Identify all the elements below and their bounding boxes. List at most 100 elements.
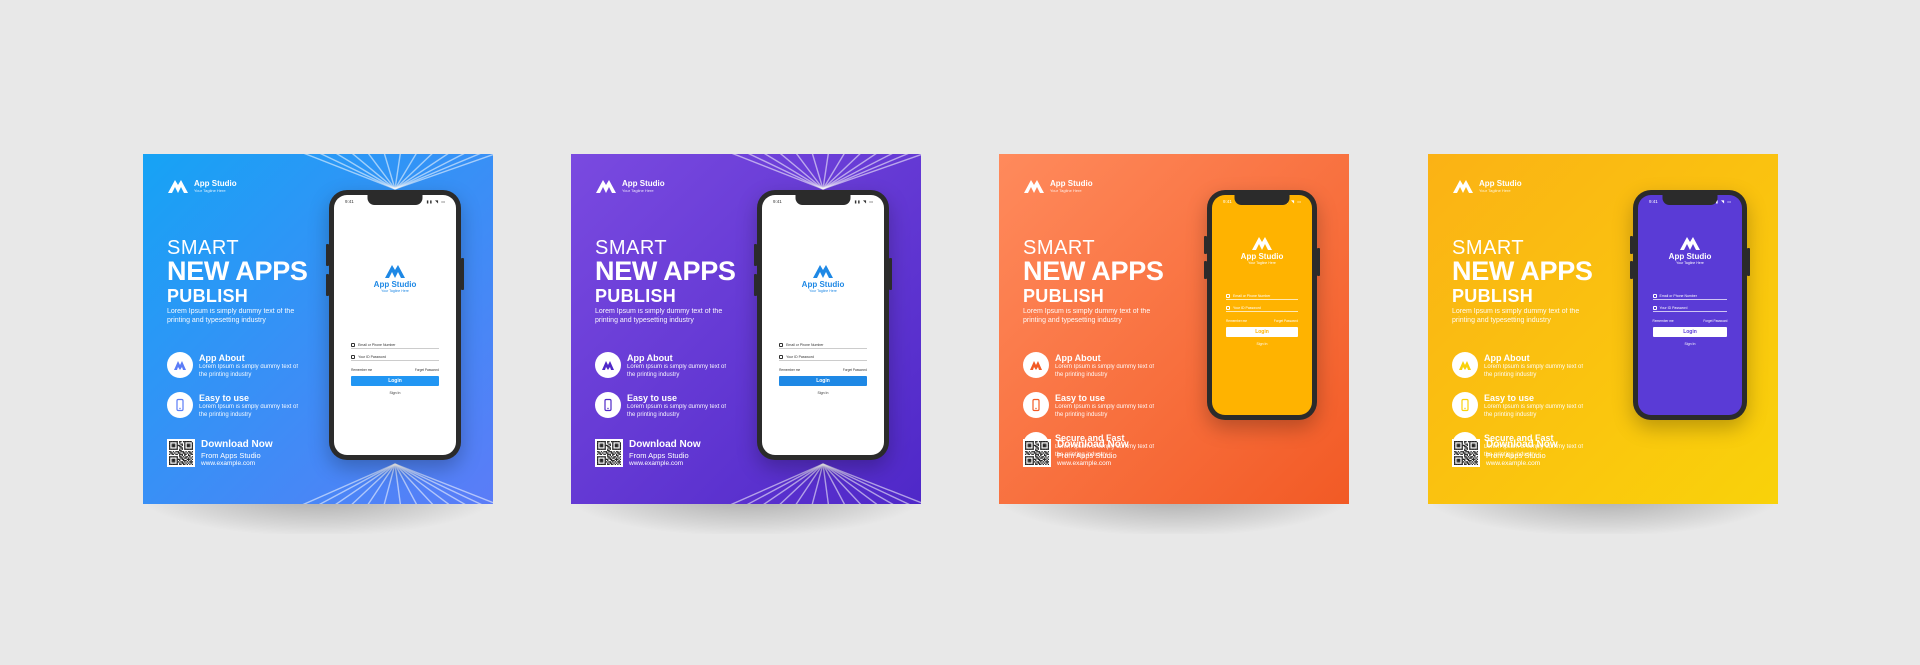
download-subtitle: From Apps Studio	[1057, 451, 1117, 460]
promo-card-yellow: App Studio Your Tagline Here SMART NEW A…	[1428, 154, 1778, 504]
feature-title: App About	[1484, 353, 1530, 363]
phone-side-button	[326, 244, 329, 266]
app-logo-icon	[174, 361, 186, 370]
download-block[interactable]: Download Now From Apps Studio www.exampl…	[1023, 439, 1129, 468]
phone-side-button	[754, 244, 757, 266]
feature-item: App About Lorem Ipsum is simply dummy te…	[595, 352, 745, 382]
app-logo-icon	[1024, 180, 1044, 193]
download-title: Download Now	[201, 439, 273, 450]
phone-side-button	[1630, 236, 1633, 254]
screen-app-tagline: Your Tagline Here	[381, 289, 409, 293]
app-logo-icon	[596, 180, 616, 193]
login-button[interactable]: Login	[1652, 327, 1728, 337]
app-logo-icon	[602, 361, 614, 370]
email-field[interactable]: Email or Phone Number	[1226, 292, 1298, 300]
download-url[interactable]: www.example.com	[201, 460, 273, 468]
brand-name: App Studio	[1050, 178, 1093, 188]
smartphone-icon	[1461, 398, 1469, 412]
password-field[interactable]: Your ID Password	[351, 353, 439, 361]
brand-logo: App Studio Your Tagline Here	[1452, 178, 1522, 194]
screen-app-logo: App Studio Your Tagline Here	[1638, 235, 1742, 265]
download-title: Download Now	[1057, 439, 1129, 450]
remember-me-checkbox[interactable]: Remember me	[779, 368, 800, 372]
forgot-password-link[interactable]: Forget Password	[415, 368, 439, 372]
promo-card-blue: App Studio Your Tagline Here SMART NEW A…	[143, 154, 493, 504]
phone-mockup: 9:41 ▮▮ ◥ ▭ App Studio Your Tagline Here…	[326, 190, 464, 460]
password-placeholder: Your ID Password	[786, 354, 814, 359]
feature-title: App About	[199, 353, 245, 363]
phone-notch	[1234, 195, 1290, 205]
headline-new-apps: NEW APPS	[1452, 256, 1593, 286]
smartphone-icon	[176, 398, 184, 412]
phone-power-button	[1747, 248, 1750, 276]
screen-app-name: App Studio	[1240, 252, 1284, 261]
login-options: Remember me Forget Password	[1653, 319, 1728, 323]
promo-card-orange: App Studio Your Tagline Here SMART NEW A…	[999, 154, 1349, 504]
phone-notch	[795, 195, 851, 205]
user-icon	[351, 342, 356, 347]
forgot-password-link[interactable]: Forget Password	[1274, 319, 1298, 323]
signal-battery-icon: ▮▮ ◥ ▭	[426, 199, 446, 204]
phone-power-button	[1317, 248, 1320, 276]
app-logo-icon	[1680, 237, 1700, 250]
lock-icon	[1652, 305, 1657, 310]
brand-name: App Studio	[622, 178, 665, 188]
download-subtitle: From Apps Studio	[201, 451, 261, 460]
download-block[interactable]: Download Now From Apps Studio www.exampl…	[167, 439, 273, 468]
screen-app-logo: App Studio Your Tagline Here	[1212, 235, 1312, 265]
user-icon	[779, 342, 784, 347]
download-block[interactable]: Download Now From Apps Studio www.exampl…	[1452, 439, 1558, 468]
download-url[interactable]: www.example.com	[1057, 460, 1129, 468]
password-placeholder: Your ID Password	[358, 354, 386, 359]
screen-app-tagline: Your Tagline Here	[1676, 261, 1704, 265]
sign-in-link[interactable]: Sign In	[334, 391, 456, 395]
download-url[interactable]: www.example.com	[1486, 460, 1558, 468]
app-logo-icon	[168, 180, 188, 193]
feature-title: Easy to use	[1055, 393, 1106, 403]
sign-in-link[interactable]: Sign In	[762, 391, 884, 395]
download-block[interactable]: Download Now From Apps Studio www.exampl…	[595, 439, 701, 468]
status-time: 9:41	[1223, 199, 1232, 204]
login-button[interactable]: Login	[351, 376, 439, 386]
login-button[interactable]: Login	[779, 376, 867, 386]
brand-logo: App Studio Your Tagline Here	[167, 178, 237, 194]
feature-desc: Lorem Ipsum is simply dummy text of the …	[627, 363, 727, 378]
smartphone-icon	[1032, 398, 1040, 412]
email-placeholder: Email or Phone Number	[358, 342, 396, 347]
email-field[interactable]: Email or Phone Number	[1652, 292, 1728, 300]
password-field[interactable]: Your ID Password	[1652, 304, 1728, 312]
feature-title: App About	[1055, 353, 1101, 363]
app-logo-icon	[385, 265, 405, 278]
feature-item: App About Lorem Ipsum is simply dummy te…	[167, 352, 317, 382]
email-field[interactable]: Email or Phone Number	[351, 341, 439, 349]
brand-tagline: Your Tagline Here	[194, 187, 226, 193]
remember-me-checkbox[interactable]: Remember me	[1226, 319, 1247, 323]
screen-app-tagline: Your Tagline Here	[1248, 261, 1276, 265]
sign-in-link[interactable]: Sign In	[1638, 342, 1742, 346]
remember-me-checkbox[interactable]: Remember me	[1653, 319, 1674, 323]
download-url[interactable]: www.example.com	[629, 460, 701, 468]
phone-screen: 9:41 ▮▮ ◥ ▭ App Studio Your Tagline Here…	[1212, 195, 1312, 415]
email-placeholder: Email or Phone Number	[1233, 293, 1271, 298]
email-placeholder: Email or Phone Number	[786, 342, 824, 347]
status-time: 9:41	[773, 199, 782, 204]
user-icon	[1652, 293, 1657, 298]
phone-side-button	[326, 274, 329, 296]
forgot-password-link[interactable]: Forget Password	[843, 368, 867, 372]
forgot-password-link[interactable]: Forget Password	[1703, 319, 1727, 323]
feature-item: App About Lorem Ipsum is simply dummy te…	[1023, 352, 1173, 382]
feature-item: Easy to use Lorem Ipsum is simply dummy …	[1023, 392, 1173, 422]
remember-me-checkbox[interactable]: Remember me	[351, 368, 372, 372]
password-field[interactable]: Your ID Password	[1226, 304, 1298, 312]
email-field[interactable]: Email or Phone Number	[779, 341, 867, 349]
phone-side-button	[1204, 261, 1207, 279]
phone-mockup: 9:41 ▮▮ ◥ ▭ App Studio Your Tagline Here…	[754, 190, 892, 460]
login-button[interactable]: Login	[1226, 327, 1298, 337]
password-field[interactable]: Your ID Password	[779, 353, 867, 361]
intro-text: Lorem Ipsum is simply dummy text of the …	[595, 308, 723, 325]
brand-tagline: Your Tagline Here	[1479, 187, 1511, 193]
lock-icon	[351, 354, 356, 359]
login-options: Remember me Forget Password	[351, 368, 439, 372]
feature-desc: Lorem Ipsum is simply dummy text of the …	[199, 363, 299, 378]
sign-in-link[interactable]: Sign In	[1212, 342, 1312, 346]
